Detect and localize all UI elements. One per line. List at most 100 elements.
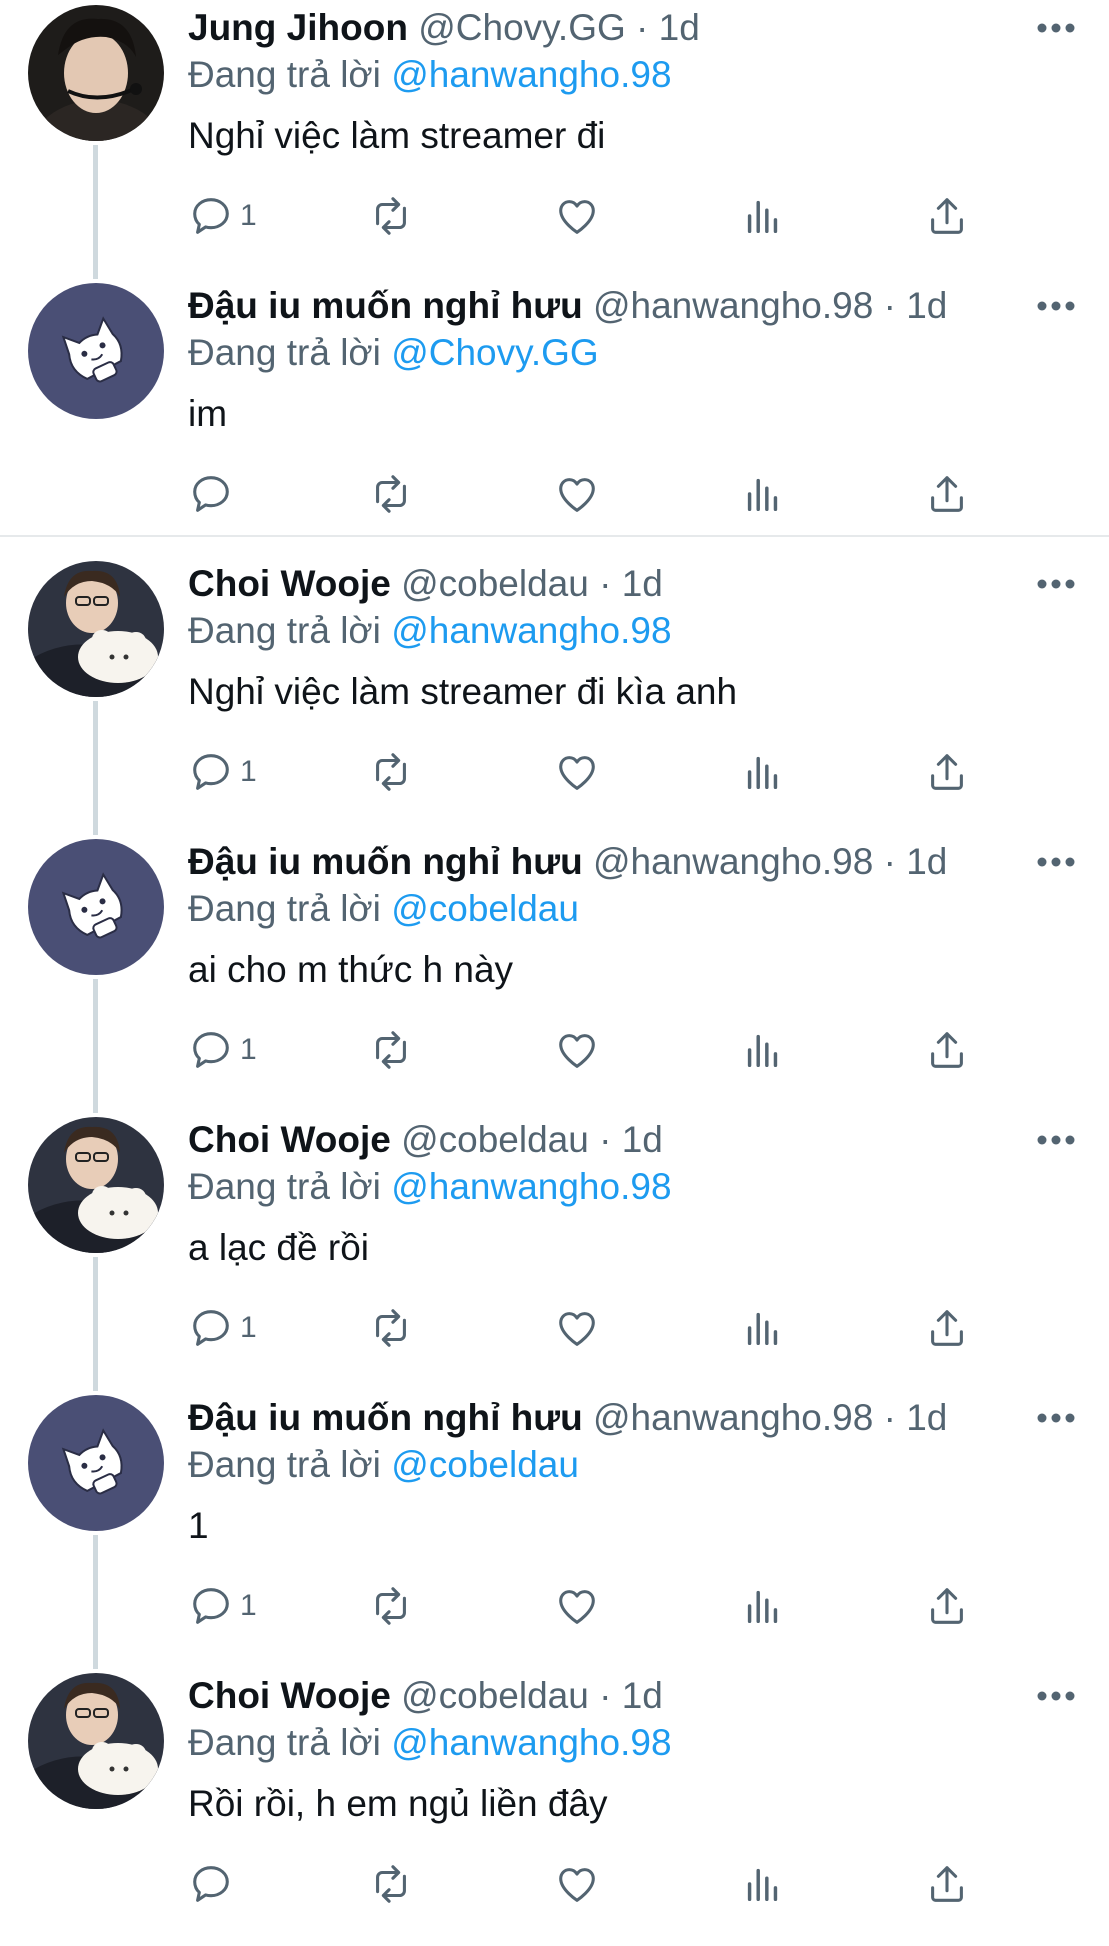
- reply-count: 1: [240, 1589, 257, 1622]
- like-button[interactable]: [554, 744, 600, 800]
- more-icon[interactable]: [1036, 856, 1076, 868]
- retweet-button[interactable]: [368, 1022, 414, 1078]
- reply-count: 1: [240, 755, 257, 788]
- heart-icon: [559, 1590, 595, 1624]
- retweet-button[interactable]: [368, 744, 414, 800]
- display-name[interactable]: Choi Wooje: [188, 1119, 391, 1160]
- display-name[interactable]: Đậu iu muốn nghỉ hưu: [188, 285, 583, 326]
- retweet-button[interactable]: [368, 1300, 414, 1356]
- replying-to-handle[interactable]: @cobeldau: [391, 1444, 579, 1485]
- more-icon[interactable]: [1036, 300, 1076, 312]
- reply-button[interactable]: [188, 1856, 240, 1912]
- user-handle[interactable]: @cobeldau: [401, 1675, 589, 1716]
- reply-icon: [193, 754, 229, 790]
- replying-to-handle[interactable]: @hanwangho.98: [391, 54, 671, 95]
- replying-to: Đang trả lời @hanwangho.98: [188, 1165, 672, 1209]
- avatar[interactable]: [28, 1117, 164, 1253]
- share-button[interactable]: [924, 188, 970, 244]
- retweet-button[interactable]: [368, 466, 414, 522]
- views-button[interactable]: [740, 466, 786, 522]
- views-icon: [747, 478, 778, 512]
- tweet-text: Rồi rồi, h em ngủ liền đây: [188, 1783, 608, 1824]
- user-handle[interactable]: @cobeldau: [401, 563, 589, 604]
- like-button[interactable]: [554, 1578, 600, 1634]
- tweet[interactable]: Choi Wooje @cobeldau · 1d Đang trả lời @…: [0, 1112, 1109, 1391]
- tweet[interactable]: Đậu iu muốn nghỉ hưu @hanwangho.98 · 1d …: [0, 834, 1109, 1113]
- retweet-button[interactable]: [368, 1856, 414, 1912]
- reply-button[interactable]: 1: [188, 188, 257, 244]
- timestamp[interactable]: 1d: [622, 563, 663, 604]
- timestamp[interactable]: 1d: [906, 841, 947, 882]
- replying-to-handle[interactable]: @Chovy.GG: [391, 332, 599, 373]
- reply-button[interactable]: 1: [188, 1300, 257, 1356]
- user-handle[interactable]: @cobeldau: [401, 1119, 589, 1160]
- timestamp[interactable]: 1d: [906, 1397, 947, 1438]
- retweet-icon: [376, 753, 406, 791]
- display-name[interactable]: Đậu iu muốn nghỉ hưu: [188, 841, 583, 882]
- timestamp[interactable]: 1d: [622, 1119, 663, 1160]
- replying-to-label: Đang trả lời: [188, 610, 381, 651]
- reply-button[interactable]: 1: [188, 744, 257, 800]
- reply-count: 1: [240, 1311, 257, 1344]
- timestamp[interactable]: 1d: [622, 1675, 663, 1716]
- avatar[interactable]: [28, 283, 164, 419]
- avatar[interactable]: [28, 5, 164, 141]
- separator-dot: ·: [883, 285, 896, 326]
- more-icon[interactable]: [1036, 1412, 1076, 1424]
- avatar[interactable]: [28, 1673, 164, 1809]
- display-name[interactable]: Đậu iu muốn nghỉ hưu: [188, 1397, 583, 1438]
- more-icon[interactable]: [1036, 1134, 1076, 1146]
- avatar[interactable]: [28, 561, 164, 697]
- reply-icon: [193, 1866, 229, 1902]
- replying-to-handle[interactable]: @hanwangho.98: [391, 1166, 671, 1207]
- like-button[interactable]: [554, 1856, 600, 1912]
- share-button[interactable]: [924, 1578, 970, 1634]
- views-button[interactable]: [740, 1578, 786, 1634]
- tweet[interactable]: Choi Wooje @cobeldau · 1d Đang trả lời @…: [0, 556, 1109, 835]
- thread-line: [93, 1535, 98, 1669]
- like-button[interactable]: [554, 188, 600, 244]
- timestamp[interactable]: 1d: [906, 285, 947, 326]
- reply-button[interactable]: 1: [188, 1022, 257, 1078]
- share-button[interactable]: [924, 744, 970, 800]
- reply-icon: [193, 1588, 229, 1624]
- share-button[interactable]: [924, 1856, 970, 1912]
- avatar[interactable]: [28, 839, 164, 975]
- replying-to-handle[interactable]: @cobeldau: [391, 888, 579, 929]
- tweet[interactable]: Choi Wooje @cobeldau · 1d Đang trả lời @…: [0, 1668, 1109, 1946]
- share-button[interactable]: [924, 1022, 970, 1078]
- retweet-icon: [376, 1587, 406, 1625]
- like-button[interactable]: [554, 1300, 600, 1356]
- tweet[interactable]: Đậu iu muốn nghỉ hưu @hanwangho.98 · 1d …: [0, 1390, 1109, 1669]
- user-handle[interactable]: @hanwangho.98: [593, 841, 873, 882]
- share-icon: [931, 1032, 963, 1068]
- views-button[interactable]: [740, 188, 786, 244]
- views-button[interactable]: [740, 1300, 786, 1356]
- retweet-button[interactable]: [368, 188, 414, 244]
- views-button[interactable]: [740, 1022, 786, 1078]
- user-handle[interactable]: @Chovy.GG: [418, 7, 626, 48]
- more-icon[interactable]: [1036, 22, 1076, 34]
- more-icon[interactable]: [1036, 1690, 1076, 1702]
- reply-button[interactable]: 1: [188, 1578, 257, 1634]
- share-button[interactable]: [924, 1300, 970, 1356]
- tweet[interactable]: Jung Jihoon @Chovy.GG · 1d Đang trả lời …: [0, 0, 1109, 279]
- display-name[interactable]: Jung Jihoon: [188, 7, 408, 48]
- tweet[interactable]: Đậu iu muốn nghỉ hưu @hanwangho.98 · 1d …: [0, 278, 1109, 556]
- more-icon[interactable]: [1036, 578, 1076, 590]
- views-button[interactable]: [740, 1856, 786, 1912]
- views-button[interactable]: [740, 744, 786, 800]
- replying-to-handle[interactable]: @hanwangho.98: [391, 610, 671, 651]
- display-name[interactable]: Choi Wooje: [188, 1675, 391, 1716]
- avatar[interactable]: [28, 1395, 164, 1531]
- user-handle[interactable]: @hanwangho.98: [593, 1397, 873, 1438]
- share-button[interactable]: [924, 466, 970, 522]
- retweet-button[interactable]: [368, 1578, 414, 1634]
- like-button[interactable]: [554, 1022, 600, 1078]
- display-name[interactable]: Choi Wooje: [188, 563, 391, 604]
- replying-to-handle[interactable]: @hanwangho.98: [391, 1722, 671, 1763]
- like-button[interactable]: [554, 466, 600, 522]
- timestamp[interactable]: 1d: [659, 7, 700, 48]
- user-handle[interactable]: @hanwangho.98: [593, 285, 873, 326]
- reply-button[interactable]: [188, 466, 240, 522]
